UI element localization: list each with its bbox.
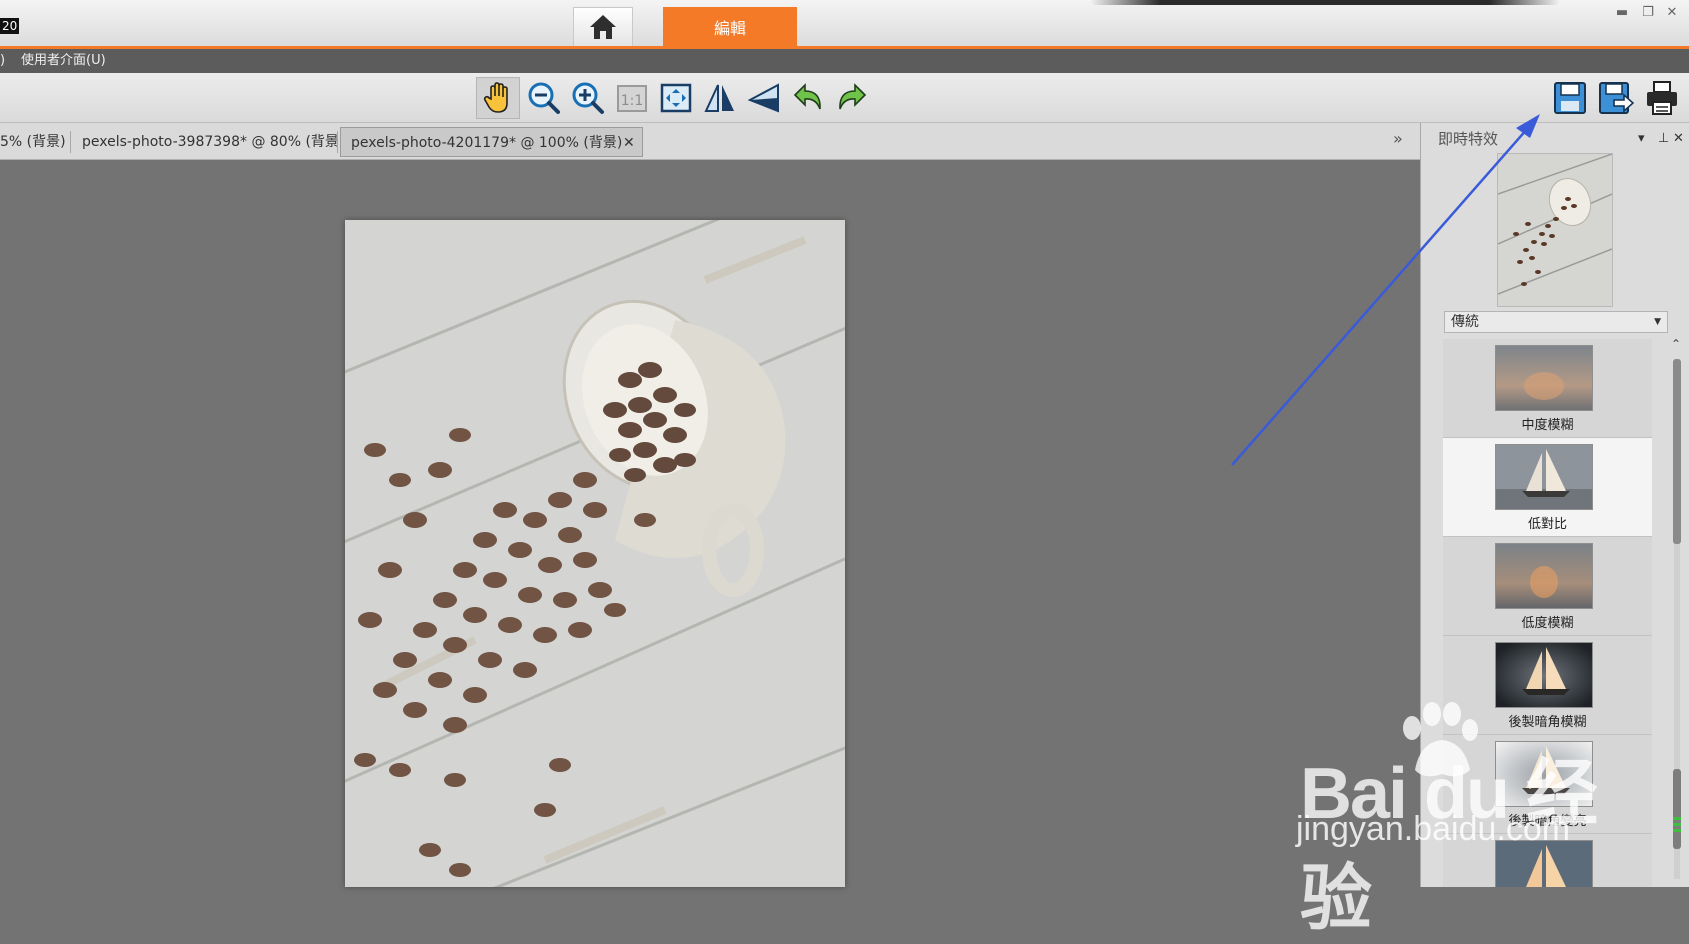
edit-tab[interactable]: 編輯 bbox=[663, 7, 797, 46]
effect-thumbnail bbox=[1495, 642, 1593, 708]
document-tab-active[interactable]: pexels-photo-4201179* @ 100% (背景) ✕ bbox=[340, 127, 643, 157]
title-bar: 20 編輯 ▬ ❐ ✕ bbox=[0, 0, 1689, 46]
flip-horizontal-icon bbox=[704, 84, 734, 112]
menu-item-cut[interactable]: ) bbox=[0, 49, 5, 73]
preview-image bbox=[1498, 154, 1612, 306]
document-tab-bar: 5% (背景) pexels-photo-3987398* @ 80% (背景)… bbox=[0, 123, 1420, 160]
save-button[interactable] bbox=[1548, 77, 1592, 119]
undo-button[interactable] bbox=[786, 77, 830, 119]
hand-icon bbox=[483, 82, 508, 113]
document-tab-label: pexels-photo-3987398* @ 80% (背景) bbox=[82, 134, 345, 150]
panel-title: 即時特效 bbox=[1438, 130, 1499, 148]
panel-header: 即時特效 ▾ ⊥ ✕ bbox=[1421, 123, 1689, 151]
fit-to-window-icon bbox=[660, 83, 692, 113]
redo-icon bbox=[839, 83, 867, 110]
flip-vertical-button[interactable] bbox=[742, 77, 786, 119]
hand-tool-button[interactable] bbox=[476, 77, 520, 119]
actual-size-button[interactable]: 1:1 bbox=[610, 77, 654, 119]
panel-pin-icon[interactable]: ⊥ bbox=[1658, 125, 1669, 153]
effect-thumbnail bbox=[1495, 444, 1593, 510]
effect-label: 低度模糊 bbox=[1521, 616, 1574, 631]
document-tab-label: 5% (背景) bbox=[0, 134, 66, 150]
flip-vertical-icon bbox=[747, 83, 779, 113]
tab-separator bbox=[70, 131, 71, 153]
toolbar: 1:1 bbox=[0, 73, 1689, 123]
effect-thumbnail bbox=[1495, 345, 1593, 411]
menu-bar: ) 使用者介面(U) bbox=[0, 49, 1689, 73]
effect-item[interactable]: 中度模糊 bbox=[1443, 339, 1652, 438]
save-as-icon bbox=[1599, 82, 1634, 114]
effect-label: 後製暗角變亮 bbox=[1508, 814, 1587, 829]
tab-separator bbox=[337, 131, 338, 153]
coffee-beans-image bbox=[345, 220, 845, 887]
effect-thumbnail bbox=[1495, 840, 1593, 887]
document-tab-label: pexels-photo-4201179* @ 100% (背景) bbox=[351, 135, 623, 151]
blurred-strip bbox=[1090, 0, 1560, 5]
print-icon bbox=[1647, 81, 1677, 115]
actual-size-icon: 1:1 bbox=[617, 85, 647, 112]
effects-scrollbar[interactable]: ⌃ bbox=[1670, 337, 1684, 887]
menu-item-user-interface[interactable]: 使用者介面(U) bbox=[21, 49, 106, 73]
print-button[interactable] bbox=[1640, 77, 1684, 119]
save-as-button[interactable] bbox=[1594, 77, 1638, 119]
panel-close-icon[interactable]: ✕ bbox=[1673, 125, 1684, 153]
home-icon bbox=[590, 15, 616, 39]
chevron-down-icon: ▼ bbox=[1654, 317, 1661, 327]
minimize-icon[interactable]: ▬ bbox=[1612, 3, 1632, 23]
fit-to-window-button[interactable] bbox=[654, 77, 698, 119]
effects-list: 中度模糊 低對比 低度模糊 後製暗角模糊 後製暗角變亮 bbox=[1443, 339, 1652, 887]
effect-item-selected[interactable]: 低對比 bbox=[1443, 438, 1652, 537]
close-tab-icon[interactable]: ✕ bbox=[623, 128, 635, 158]
zoom-out-button[interactable] bbox=[522, 77, 566, 119]
more-tabs-icon[interactable]: » bbox=[1393, 129, 1403, 148]
coffee-cup-photo[interactable] bbox=[345, 220, 845, 887]
effect-item[interactable]: 低度模糊 bbox=[1443, 537, 1652, 636]
effect-thumbnail bbox=[1495, 543, 1593, 609]
effect-thumbnail bbox=[1495, 741, 1593, 807]
effect-item[interactable] bbox=[1443, 834, 1652, 887]
effect-label: 後製暗角模糊 bbox=[1508, 715, 1587, 730]
flip-horizontal-button[interactable] bbox=[698, 77, 742, 119]
effect-label: 中度模糊 bbox=[1521, 418, 1574, 433]
undo-icon bbox=[793, 83, 821, 110]
zoom-in-icon bbox=[572, 82, 604, 114]
scroll-marker bbox=[1673, 769, 1681, 849]
redo-button[interactable] bbox=[830, 77, 874, 119]
version-badge: 20 bbox=[0, 18, 20, 34]
save-icon bbox=[1554, 82, 1586, 114]
effect-preview-thumbnail bbox=[1497, 153, 1613, 307]
zoom-in-button[interactable] bbox=[566, 77, 610, 119]
effect-label: 低對比 bbox=[1527, 517, 1567, 532]
panel-menu-icon[interactable]: ▾ bbox=[1638, 125, 1645, 153]
restore-icon[interactable]: ❐ bbox=[1638, 3, 1658, 23]
chevron-up-icon[interactable]: ⌃ bbox=[1671, 337, 1681, 351]
svg-text:1:1: 1:1 bbox=[621, 93, 644, 109]
effect-category-value: 傳統 bbox=[1451, 314, 1479, 330]
close-icon[interactable]: ✕ bbox=[1662, 3, 1682, 23]
document-tab[interactable]: 5% (背景) bbox=[0, 127, 66, 157]
zoom-out-icon bbox=[528, 82, 560, 114]
scroll-thumb[interactable] bbox=[1673, 359, 1681, 544]
instant-effects-panel: 即時特效 ▾ ⊥ ✕ 傳統 ▼ 中度模糊 低對比 低度模糊 後製暗角模糊 後製暗… bbox=[1420, 123, 1689, 887]
effect-category-select[interactable]: 傳統 ▼ bbox=[1444, 311, 1668, 333]
image-canvas[interactable] bbox=[0, 160, 1420, 887]
home-tab[interactable] bbox=[573, 7, 633, 46]
effect-item[interactable]: 後製暗角模糊 bbox=[1443, 636, 1652, 735]
document-tab[interactable]: pexels-photo-3987398* @ 80% (背景) bbox=[82, 127, 344, 157]
effect-item[interactable]: 後製暗角變亮 bbox=[1443, 735, 1652, 834]
